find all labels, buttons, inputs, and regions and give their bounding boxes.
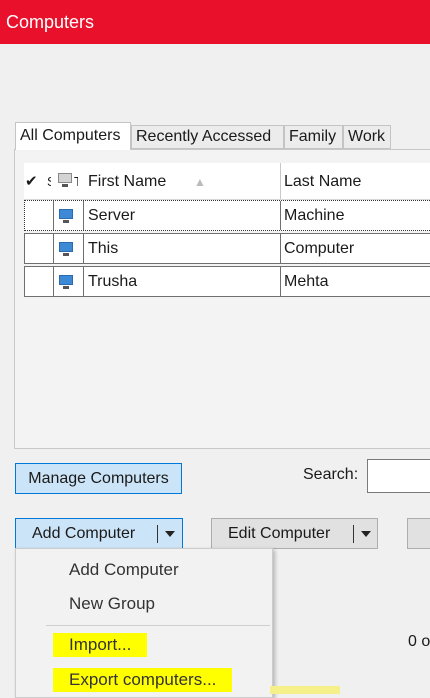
- column-header-t[interactable]: T: [74, 163, 78, 199]
- add-computer-button[interactable]: Add Computer: [32, 525, 135, 543]
- monitor-column-icon: [57, 173, 73, 187]
- manage-computers-button[interactable]: Manage Computers: [15, 463, 182, 494]
- grid-header: ✔ S T First Name ▲ Last Name: [24, 163, 430, 200]
- search-input[interactable]: [367, 459, 430, 493]
- check-column-icon[interactable]: ✔: [25, 163, 38, 199]
- first-name-cell: Trusha: [88, 273, 138, 290]
- computer-icon: [58, 275, 74, 289]
- sort-ascending-icon: ▲: [194, 175, 206, 189]
- chevron-down-icon[interactable]: [361, 531, 371, 537]
- chevron-down-icon[interactable]: [165, 531, 175, 537]
- first-name-cell: This: [88, 240, 119, 257]
- last-name-cell: Computer: [284, 240, 355, 257]
- computer-icon: [58, 209, 74, 223]
- first-name-cell: Server: [88, 207, 136, 224]
- menu-item-label: Add Computer: [69, 560, 179, 579]
- menu-item-export-computers[interactable]: Export computers...: [16, 663, 272, 693]
- last-name-cell: Machine: [284, 207, 345, 224]
- last-name-cell: Mehta: [284, 273, 329, 290]
- highlight-strip: [270, 686, 340, 694]
- menu-item-label: Export computers...: [53, 668, 233, 692]
- edit-computer-split-button[interactable]: Edit Computer: [211, 518, 378, 549]
- menu-item-label: Import...: [53, 633, 148, 657]
- title-bar: Computers: [0, 0, 430, 44]
- edit-computer-button[interactable]: Edit Computer: [228, 525, 330, 543]
- menu-item-new-group[interactable]: New Group: [16, 589, 272, 619]
- column-divider[interactable]: [280, 163, 281, 199]
- search-label: Search:: [303, 466, 359, 483]
- table-row[interactable]: Server Machine: [24, 200, 430, 231]
- computer-count: 0 o: [408, 633, 430, 650]
- column-header-last-name[interactable]: Last Name: [284, 163, 361, 199]
- computer-icon: [58, 242, 74, 256]
- add-computer-menu: Add Computer New Group Import... Export …: [15, 548, 273, 698]
- add-computer-split-button[interactable]: Add Computer: [15, 518, 183, 549]
- menu-item-add-computer[interactable]: Add Computer: [16, 555, 272, 585]
- menu-separator: [46, 625, 270, 626]
- column-header-first-name[interactable]: First Name: [88, 163, 166, 199]
- tab-work[interactable]: Work: [343, 125, 391, 149]
- tab-recently-accessed[interactable]: Recently Accessed: [131, 125, 284, 149]
- more-button[interactable]: [407, 518, 430, 549]
- menu-item-label: New Group: [69, 594, 155, 613]
- tab-family[interactable]: Family: [284, 125, 343, 149]
- table-row[interactable]: This Computer: [24, 233, 430, 264]
- tab-all-computers[interactable]: All Computers: [15, 122, 131, 150]
- table-row[interactable]: Trusha Mehta: [24, 266, 430, 297]
- window-title: Computers: [6, 12, 95, 32]
- menu-item-import[interactable]: Import...: [16, 628, 272, 658]
- column-header-s[interactable]: S: [47, 163, 51, 199]
